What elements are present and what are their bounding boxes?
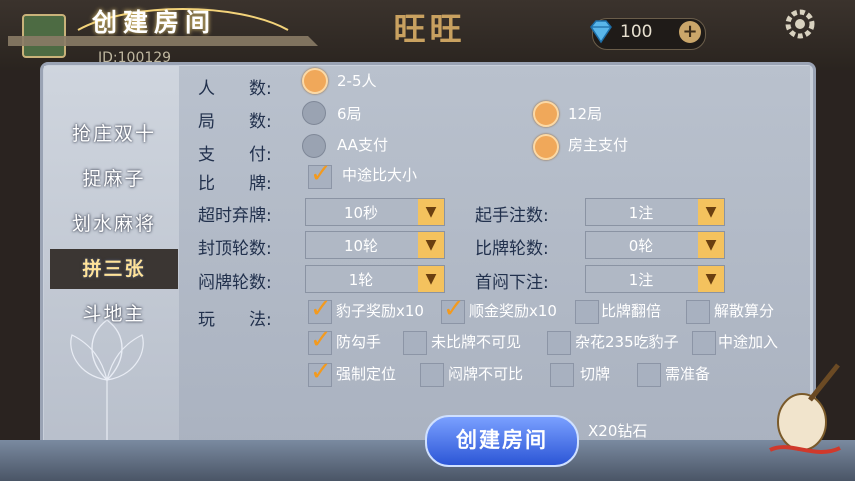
play-rules-label: 玩 法: <box>198 310 272 330</box>
page-title: 创建房间 <box>92 8 217 37</box>
blind-rounds-select[interactable]: 1轮 ▼ <box>305 265 445 293</box>
rule-label: 中途加入 <box>718 333 779 351</box>
rule-label: 杂花235吃豹子 <box>575 333 679 351</box>
tab-zhuomazi[interactable]: 捉麻子 <box>50 159 178 199</box>
rule-label: 强制定位 <box>336 365 397 383</box>
first-blind-bet-select[interactable]: 1注 ▼ <box>585 265 725 293</box>
rule-label: 比牌翻倍 <box>601 302 662 320</box>
start-bet-value: 1注 <box>628 204 654 222</box>
cap-rounds-value: 10轮 <box>343 237 379 255</box>
players-radio[interactable] <box>302 68 328 94</box>
rule-checkbox[interactable] <box>308 294 332 324</box>
room-cost: X20钻石 <box>588 422 648 440</box>
chevron-down-icon: ▼ <box>698 232 724 258</box>
first-blind-bet-value: 1注 <box>628 271 654 289</box>
blind-rounds-value: 1轮 <box>348 271 374 289</box>
rule-label: 需准备 <box>665 365 711 383</box>
rule-label: 切牌 <box>580 365 611 383</box>
rule-checkbox[interactable] <box>575 300 599 324</box>
rule-checkbox[interactable] <box>420 363 444 387</box>
first-blind-bet-label: 首闷下注: <box>475 273 549 293</box>
add-diamond-button[interactable]: + <box>679 21 701 43</box>
rule-checkbox[interactable] <box>550 363 574 387</box>
rule-checkbox[interactable] <box>403 331 427 355</box>
gear-icon[interactable] <box>782 6 818 42</box>
payment-host-radio[interactable] <box>533 134 559 160</box>
rule-checkbox[interactable] <box>686 300 710 324</box>
rule-checkbox[interactable] <box>547 331 571 355</box>
timeout-fold-value: 10秒 <box>343 204 379 222</box>
timeout-fold-select[interactable]: 10秒 ▼ <box>305 198 445 226</box>
rule-checkbox[interactable] <box>308 357 332 387</box>
diamond-count: 100 <box>620 22 653 42</box>
blind-rounds-label: 闷牌轮数: <box>198 273 272 293</box>
payment-host-option: 房主支付 <box>568 136 629 154</box>
players-option: 2-5人 <box>337 72 377 90</box>
settings-area <box>179 66 810 454</box>
rule-checkbox[interactable] <box>308 325 332 355</box>
pipa-icon <box>769 363 841 454</box>
rounds-6-option: 6局 <box>337 105 362 123</box>
rule-label: 未比牌不可见 <box>431 333 522 351</box>
payment-label: 支 付: <box>198 145 272 165</box>
chevron-down-icon: ▼ <box>418 266 444 292</box>
chevron-down-icon: ▼ <box>418 199 444 225</box>
compare-option: 中途比大小 <box>342 166 418 184</box>
payment-aa-option: AA支付 <box>337 136 388 154</box>
tab-huashui-mahjong[interactable]: 划水麻将 <box>50 204 178 244</box>
rule-label: 防勾手 <box>336 333 382 351</box>
rule-label: 解散算分 <box>714 302 775 320</box>
compare-label: 比 牌: <box>198 174 272 194</box>
diamond-icon <box>590 20 612 44</box>
compare-rounds-value: 0轮 <box>628 237 654 255</box>
chevron-down-icon: ▼ <box>698 199 724 225</box>
rounds-6-radio[interactable] <box>302 101 326 125</box>
tab-doudizhu[interactable]: 斗地主 <box>50 294 178 334</box>
rule-checkbox[interactable] <box>692 331 716 355</box>
compare-rounds-label: 比牌轮数: <box>475 239 549 259</box>
rule-checkbox[interactable] <box>637 363 661 387</box>
payment-aa-radio[interactable] <box>302 134 326 158</box>
compare-rounds-select[interactable]: 0轮 ▼ <box>585 231 725 259</box>
rule-checkbox[interactable] <box>441 294 465 324</box>
rounds-12-radio[interactable] <box>533 101 559 127</box>
rule-label: 闷牌不可比 <box>448 365 524 383</box>
cap-rounds-select[interactable]: 10轮 ▼ <box>305 231 445 259</box>
rounds-label: 局 数: <box>198 112 272 132</box>
start-bet-select[interactable]: 1注 ▼ <box>585 198 725 226</box>
cap-rounds-label: 封顶轮数: <box>198 239 272 259</box>
players-label: 人 数: <box>198 79 272 99</box>
tab-pinsanzhang[interactable]: 拼三张 <box>50 249 178 289</box>
compare-checkbox[interactable] <box>308 159 332 189</box>
tab-qiangzhuang[interactable]: 抢庄双十 <box>50 114 178 154</box>
rule-label: 顺金奖励x10 <box>469 302 557 320</box>
rule-label: 豹子奖励x10 <box>336 302 424 320</box>
start-bet-label: 起手注数: <box>475 206 549 226</box>
chevron-down-icon: ▼ <box>698 266 724 292</box>
chevron-down-icon: ▼ <box>418 232 444 258</box>
timeout-fold-label: 超时弃牌: <box>198 206 272 226</box>
lobby-name: 旺旺 <box>393 10 466 48</box>
create-room-button[interactable]: 创建房间 <box>425 415 579 467</box>
rounds-12-option: 12局 <box>568 105 603 123</box>
